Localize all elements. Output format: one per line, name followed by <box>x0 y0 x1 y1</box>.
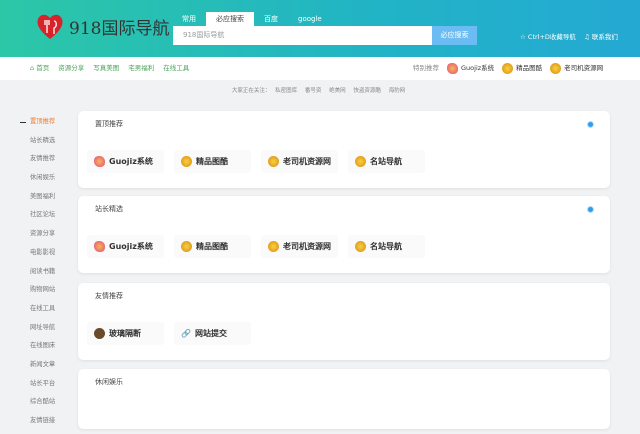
logo-text: 918国际导航 <box>69 18 170 39</box>
category-card: 休闲娱乐 <box>78 369 610 429</box>
site-link-label: 网站提交 <box>194 329 227 338</box>
link-icon: 🔗 <box>181 329 191 338</box>
contact-label: 联系我们 <box>591 33 618 41</box>
sidebar-item[interactable]: 站长平台 <box>18 378 68 397</box>
trending-notice: 大家正在关注： 私密图库 番号资 绝美网 快盗资源酷 海豹网 <box>0 86 640 94</box>
badge-icon <box>181 241 192 252</box>
logo[interactable]: 918国际导航 <box>35 11 169 41</box>
more-icon[interactable] <box>587 121 594 128</box>
featured-link[interactable]: 精品图酷 <box>502 57 542 80</box>
featured-label: 特别推荐 <box>413 64 439 72</box>
site-link-label: 名站导航 <box>370 242 402 251</box>
header: 918国际导航 常用 必应搜索 百度 google 918国际导航 必应搜索 ☆… <box>0 0 640 57</box>
sidebar-item[interactable]: 社区论坛 <box>18 209 68 228</box>
site-link[interactable]: 名站导航 <box>348 150 425 173</box>
category-card: 置顶推荐 Guojiz系统 精品图酷 老司机资源网 名站导航 <box>78 111 610 188</box>
avatar-icon <box>94 328 105 339</box>
trending-link[interactable]: 绝美网 <box>329 88 346 94</box>
badge-icon <box>502 62 514 74</box>
bookmark-label: Ctrl+D收藏导航 <box>527 33 576 41</box>
site-link[interactable]: 玻璃隔断 <box>87 322 164 345</box>
badge-icon <box>268 241 279 252</box>
card-title: 置顶推荐 <box>95 120 123 128</box>
sidebar-item[interactable]: 美图福利 <box>18 191 68 210</box>
star-icon: ☆ <box>520 33 528 41</box>
tab-google[interactable]: google <box>288 12 332 26</box>
nav-bar: ⌂ 首页 资源分享 写真美图 宅男福利 在线工具 特别推荐 Guojiz系统 精… <box>0 57 640 80</box>
featured-link-label: 精品图酷 <box>516 64 543 72</box>
sidebar-item[interactable]: 友情推荐 <box>18 153 68 172</box>
nav-item[interactable]: 写真美图 <box>93 57 119 80</box>
category-card: 站长精选 Guojiz系统 精品图酷 老司机资源网 名站导航 <box>78 196 610 273</box>
tab-baidu[interactable]: 百度 <box>254 12 288 26</box>
sidebar-item[interactable]: 资源分享 <box>18 228 68 247</box>
site-link-label: 玻璃隔断 <box>109 329 141 338</box>
badge-icon <box>268 156 279 167</box>
nav-item[interactable]: 在线工具 <box>163 57 189 80</box>
sidebar-item[interactable]: 置顶推荐 <box>18 116 68 135</box>
badge-icon <box>355 156 366 167</box>
search-input[interactable]: 918国际导航 <box>173 26 432 45</box>
sidebar-item[interactable]: 在线工具 <box>18 303 68 322</box>
nav-item[interactable]: 资源分享 <box>58 57 84 80</box>
sidebar-item[interactable]: 购物网站 <box>18 284 68 303</box>
site-link-label: 精品图酷 <box>196 242 228 251</box>
site-link[interactable]: Guojiz系统 <box>87 150 164 173</box>
site-link[interactable]: 🔗 网站提交 <box>174 322 251 345</box>
badge-icon <box>550 62 562 74</box>
category-sidebar: 置顶推荐 站长精选 友情推荐 休闲娱乐 美图福利 社区论坛 资源分享 电影影视 阅读书籍 购物网站… <box>18 116 68 434</box>
sidebar-item[interactable]: 网址导航 <box>18 322 68 341</box>
sidebar-item[interactable]: 在线图床 <box>18 340 68 359</box>
card-title: 友情推荐 <box>95 292 123 300</box>
site-link[interactable]: 精品图酷 <box>174 150 251 173</box>
tab-common[interactable]: 常用 <box>172 12 206 26</box>
featured-link[interactable]: 老司机资源网 <box>550 57 603 80</box>
sidebar-item[interactable]: 友情链接 <box>18 415 68 434</box>
featured-link[interactable]: Guojiz系统 <box>447 57 494 80</box>
trending-link[interactable]: 海豹网 <box>389 88 406 94</box>
search-engine-tabs: 常用 必应搜索 百度 google <box>172 12 332 26</box>
sidebar-item[interactable]: 综合酷站 <box>18 396 68 415</box>
heart-logo-icon <box>37 14 63 39</box>
sidebar-item[interactable]: 休闲娱乐 <box>18 172 68 191</box>
category-card: 友情推荐玻璃隔断 🔗 网站提交 <box>78 283 610 360</box>
search-button[interactable]: 必应搜索 <box>432 26 477 45</box>
sidebar-item[interactable]: 站长精选 <box>18 135 68 154</box>
nav-home[interactable]: ⌂ 首页 <box>30 57 49 80</box>
trending-link[interactable]: 私密图库 <box>275 88 297 94</box>
guojiz-icon <box>447 62 458 74</box>
trending-label: 大家正在关注： <box>231 88 271 94</box>
featured-link-label: Guojiz系统 <box>461 64 495 72</box>
nav-home-label: 首页 <box>36 64 50 72</box>
site-link[interactable]: 名站导航 <box>348 235 425 258</box>
bell-icon: ♫ <box>583 33 592 41</box>
sidebar-item[interactable]: 新闻文章 <box>18 359 68 378</box>
bookmark-link[interactable]: ☆ Ctrl+D收藏导航 <box>520 31 576 41</box>
site-link-label: 老司机资源网 <box>283 157 331 166</box>
site-link-label: 名站导航 <box>370 157 402 166</box>
site-link-label: 老司机资源网 <box>283 242 331 251</box>
site-link[interactable]: Guojiz系统 <box>87 235 164 258</box>
trending-link[interactable]: 番号资 <box>305 88 322 94</box>
guojiz-icon <box>94 156 105 167</box>
site-link-label: Guojiz系统 <box>109 157 153 166</box>
trending-link[interactable]: 快盗资源酷 <box>353 88 381 94</box>
site-link-label: 精品图酷 <box>196 157 228 166</box>
card-title: 站长精选 <box>95 205 123 213</box>
badge-icon <box>355 241 366 252</box>
sidebar-item[interactable]: 阅读书籍 <box>18 266 68 285</box>
featured-link-label: 老司机资源网 <box>564 64 604 72</box>
site-link[interactable]: 老司机资源网 <box>261 150 338 173</box>
badge-icon <box>181 156 192 167</box>
site-link[interactable]: 精品图酷 <box>174 235 251 258</box>
sidebar-item[interactable]: 电影影视 <box>18 247 68 266</box>
card-title: 休闲娱乐 <box>95 378 123 386</box>
contact-link[interactable]: ♫ 联系我们 <box>584 31 618 41</box>
tab-bing[interactable]: 必应搜索 <box>206 12 254 26</box>
site-link-label: Guojiz系统 <box>109 242 153 251</box>
more-icon[interactable] <box>587 206 594 213</box>
site-link[interactable]: 老司机资源网 <box>261 235 338 258</box>
nav-item[interactable]: 宅男福利 <box>128 57 154 80</box>
guojiz-icon <box>94 241 105 252</box>
